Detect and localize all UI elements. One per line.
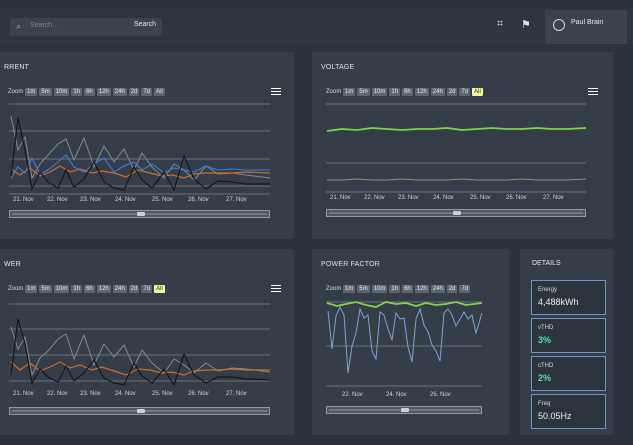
user-name: Paul Brain <box>571 19 604 26</box>
power-factor-scrollbar[interactable] <box>326 406 482 414</box>
x-tick-5: 26. Nov <box>506 195 527 201</box>
scan-icon[interactable]: ⌗ <box>497 18 503 31</box>
current-panel: RRENT Zoom 1m 5m 10m 1h 6h 12h 24h 2d 7d All 21. … <box>0 52 294 239</box>
x-tick-3: 24. Nov <box>433 195 454 201</box>
x-tick-1: 22. Nov <box>47 197 68 203</box>
x-tick-5: 26. Nov <box>188 391 209 397</box>
x-tick-0: 22. Nov <box>342 392 363 398</box>
energy-label: Energy <box>538 287 558 293</box>
x-tick-2: 23. Nov <box>80 391 101 397</box>
vthd-value: 3% <box>538 335 552 345</box>
user-avatar-icon <box>553 19 565 31</box>
current-series-2 <box>10 154 270 179</box>
voltage-series-1 <box>327 178 587 181</box>
x-tick-0: 21. Nov <box>13 197 34 203</box>
alert-icon[interactable]: ⚑ <box>521 18 531 31</box>
x-tick-2: 23. Nov <box>80 197 101 203</box>
vthd-label: vTHD <box>538 325 554 331</box>
x-tick-6: 27. Nov <box>226 391 247 397</box>
x-tick-4: 25. Nov <box>152 197 173 203</box>
power-factor-panel: POWER FACTOR Zoom 1m 5m 10m 1h 6h 12h 24h 2d 7d … <box>312 249 509 435</box>
x-tick-0: 21. Nov <box>13 391 34 397</box>
x-tick-1: 24. Nov <box>386 392 407 398</box>
current-series-3 <box>10 117 270 192</box>
freq-label: Freq <box>538 401 551 407</box>
x-tick-3: 24. Nov <box>115 391 136 397</box>
search-icon: ⌕ <box>16 21 22 31</box>
freq-card: Freq 50.05Hz <box>531 394 606 429</box>
x-tick-5: 26. Nov <box>188 197 209 203</box>
search-input[interactable]: Search... <box>30 22 58 29</box>
energy-value: 4,488kWh <box>538 297 579 307</box>
x-tick-4: 25. Nov <box>470 195 491 201</box>
energy-card: Energy 4,488kWh <box>531 280 606 315</box>
x-tick-3: 24. Nov <box>115 197 136 203</box>
power-scrollbar[interactable] <box>9 407 270 415</box>
x-tick-2: 26. Nov <box>430 392 451 398</box>
vthd-card: vTHD 3% <box>531 318 606 353</box>
voltage-panel: VOLTAGE Zoom 1m 5m 10m 1h 6h 12h 24h 2d 7d All 21… <box>312 52 613 239</box>
current-scrollbar[interactable] <box>9 210 270 218</box>
x-tick-6: 27. Nov <box>226 197 247 203</box>
user-profile[interactable]: Paul Brain <box>545 10 627 44</box>
power-factor-series-0 <box>326 301 483 308</box>
x-tick-1: 22. Nov <box>47 391 68 397</box>
details-title: DETAILS <box>532 260 561 267</box>
x-tick-4: 25. Nov <box>152 391 173 397</box>
cthd-card: cTHD 2% <box>531 356 606 391</box>
power-panel: WER Zoom 1m 5m 10m 1h 6h 12h 24h 2d 7d All 21. No… <box>0 249 294 435</box>
x-tick-0: 21. Nov <box>330 195 351 201</box>
voltage-scrollbar[interactable] <box>326 209 586 217</box>
cthd-label: cTHD <box>538 363 554 369</box>
search-button[interactable]: Search <box>134 21 156 28</box>
x-tick-6: 27. Nov <box>543 195 564 201</box>
power-factor-series-1 <box>327 305 483 374</box>
x-tick-2: 23. Nov <box>398 195 419 201</box>
voltage-series-0 <box>326 127 587 132</box>
x-tick-1: 22. Nov <box>364 195 385 201</box>
cthd-value: 2% <box>538 373 552 383</box>
freq-value: 50.05Hz <box>538 411 572 421</box>
power-series-0 <box>10 326 271 377</box>
search-box[interactable]: ⌕ Search... Search <box>10 18 162 36</box>
